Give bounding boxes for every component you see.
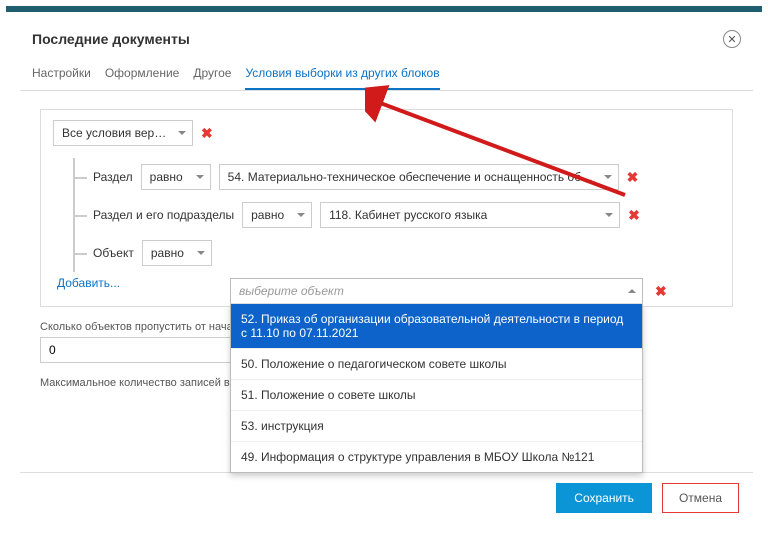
dialog-tabs: Настройки Оформление Другое Условия выбо… [20,58,753,91]
delete-row-icon[interactable]: ✖ [655,283,667,300]
cancel-button[interactable]: Отмена [662,483,739,513]
object-dropdown-input[interactable]: выберите объект [230,278,643,304]
operator-select[interactable]: равно [141,164,211,190]
dropdown-item[interactable]: 50. Положение о педагогическом совете шк… [231,348,642,379]
object-dropdown-list: 52. Приказ об организации образовательно… [230,304,643,473]
object-dropdown-open: выберите объект 52. Приказ об организаци… [230,278,643,473]
operator-select[interactable]: равно [142,240,212,266]
dialog-latest-documents: Последние документы ✕ Настройки Оформлен… [20,20,753,523]
value-select[interactable]: 118. Кабинет русского языка [320,202,620,228]
field-label: Раздел [75,170,133,184]
window-top-accent [6,6,762,12]
tab-settings[interactable]: Настройки [32,58,91,90]
tab-conditions[interactable]: Условия выборки из других блоков [245,58,439,90]
field-label: Объект [75,246,134,260]
dropdown-item[interactable]: 51. Положение о совете школы [231,379,642,410]
dropdown-item[interactable]: 53. инструкция [231,410,642,441]
add-condition-link[interactable]: Добавить... [53,272,120,292]
operator-select[interactable]: равно [242,202,312,228]
dialog-footer: Сохранить Отмена [20,472,753,523]
field-label: Раздел и его подразделы [75,208,234,222]
dropdown-item[interactable]: 49. Информация о структуре управления в … [231,441,642,472]
dropdown-item[interactable]: 52. Приказ об организации образовательно… [231,304,642,348]
delete-group-icon[interactable]: ✖ [201,125,213,142]
delete-row-icon[interactable]: ✖ [627,169,639,186]
value-select[interactable]: 54. Материально-техническое обеспечение … [219,164,619,190]
close-icon[interactable]: ✕ [723,30,741,48]
tab-other[interactable]: Другое [193,58,231,90]
tab-design[interactable]: Оформление [105,58,179,90]
dialog-title: Последние документы [32,31,190,47]
save-button[interactable]: Сохранить [556,483,652,513]
delete-row-icon[interactable]: ✖ [628,207,640,224]
condition-mode-select[interactable]: Все условия верны: [53,120,193,146]
